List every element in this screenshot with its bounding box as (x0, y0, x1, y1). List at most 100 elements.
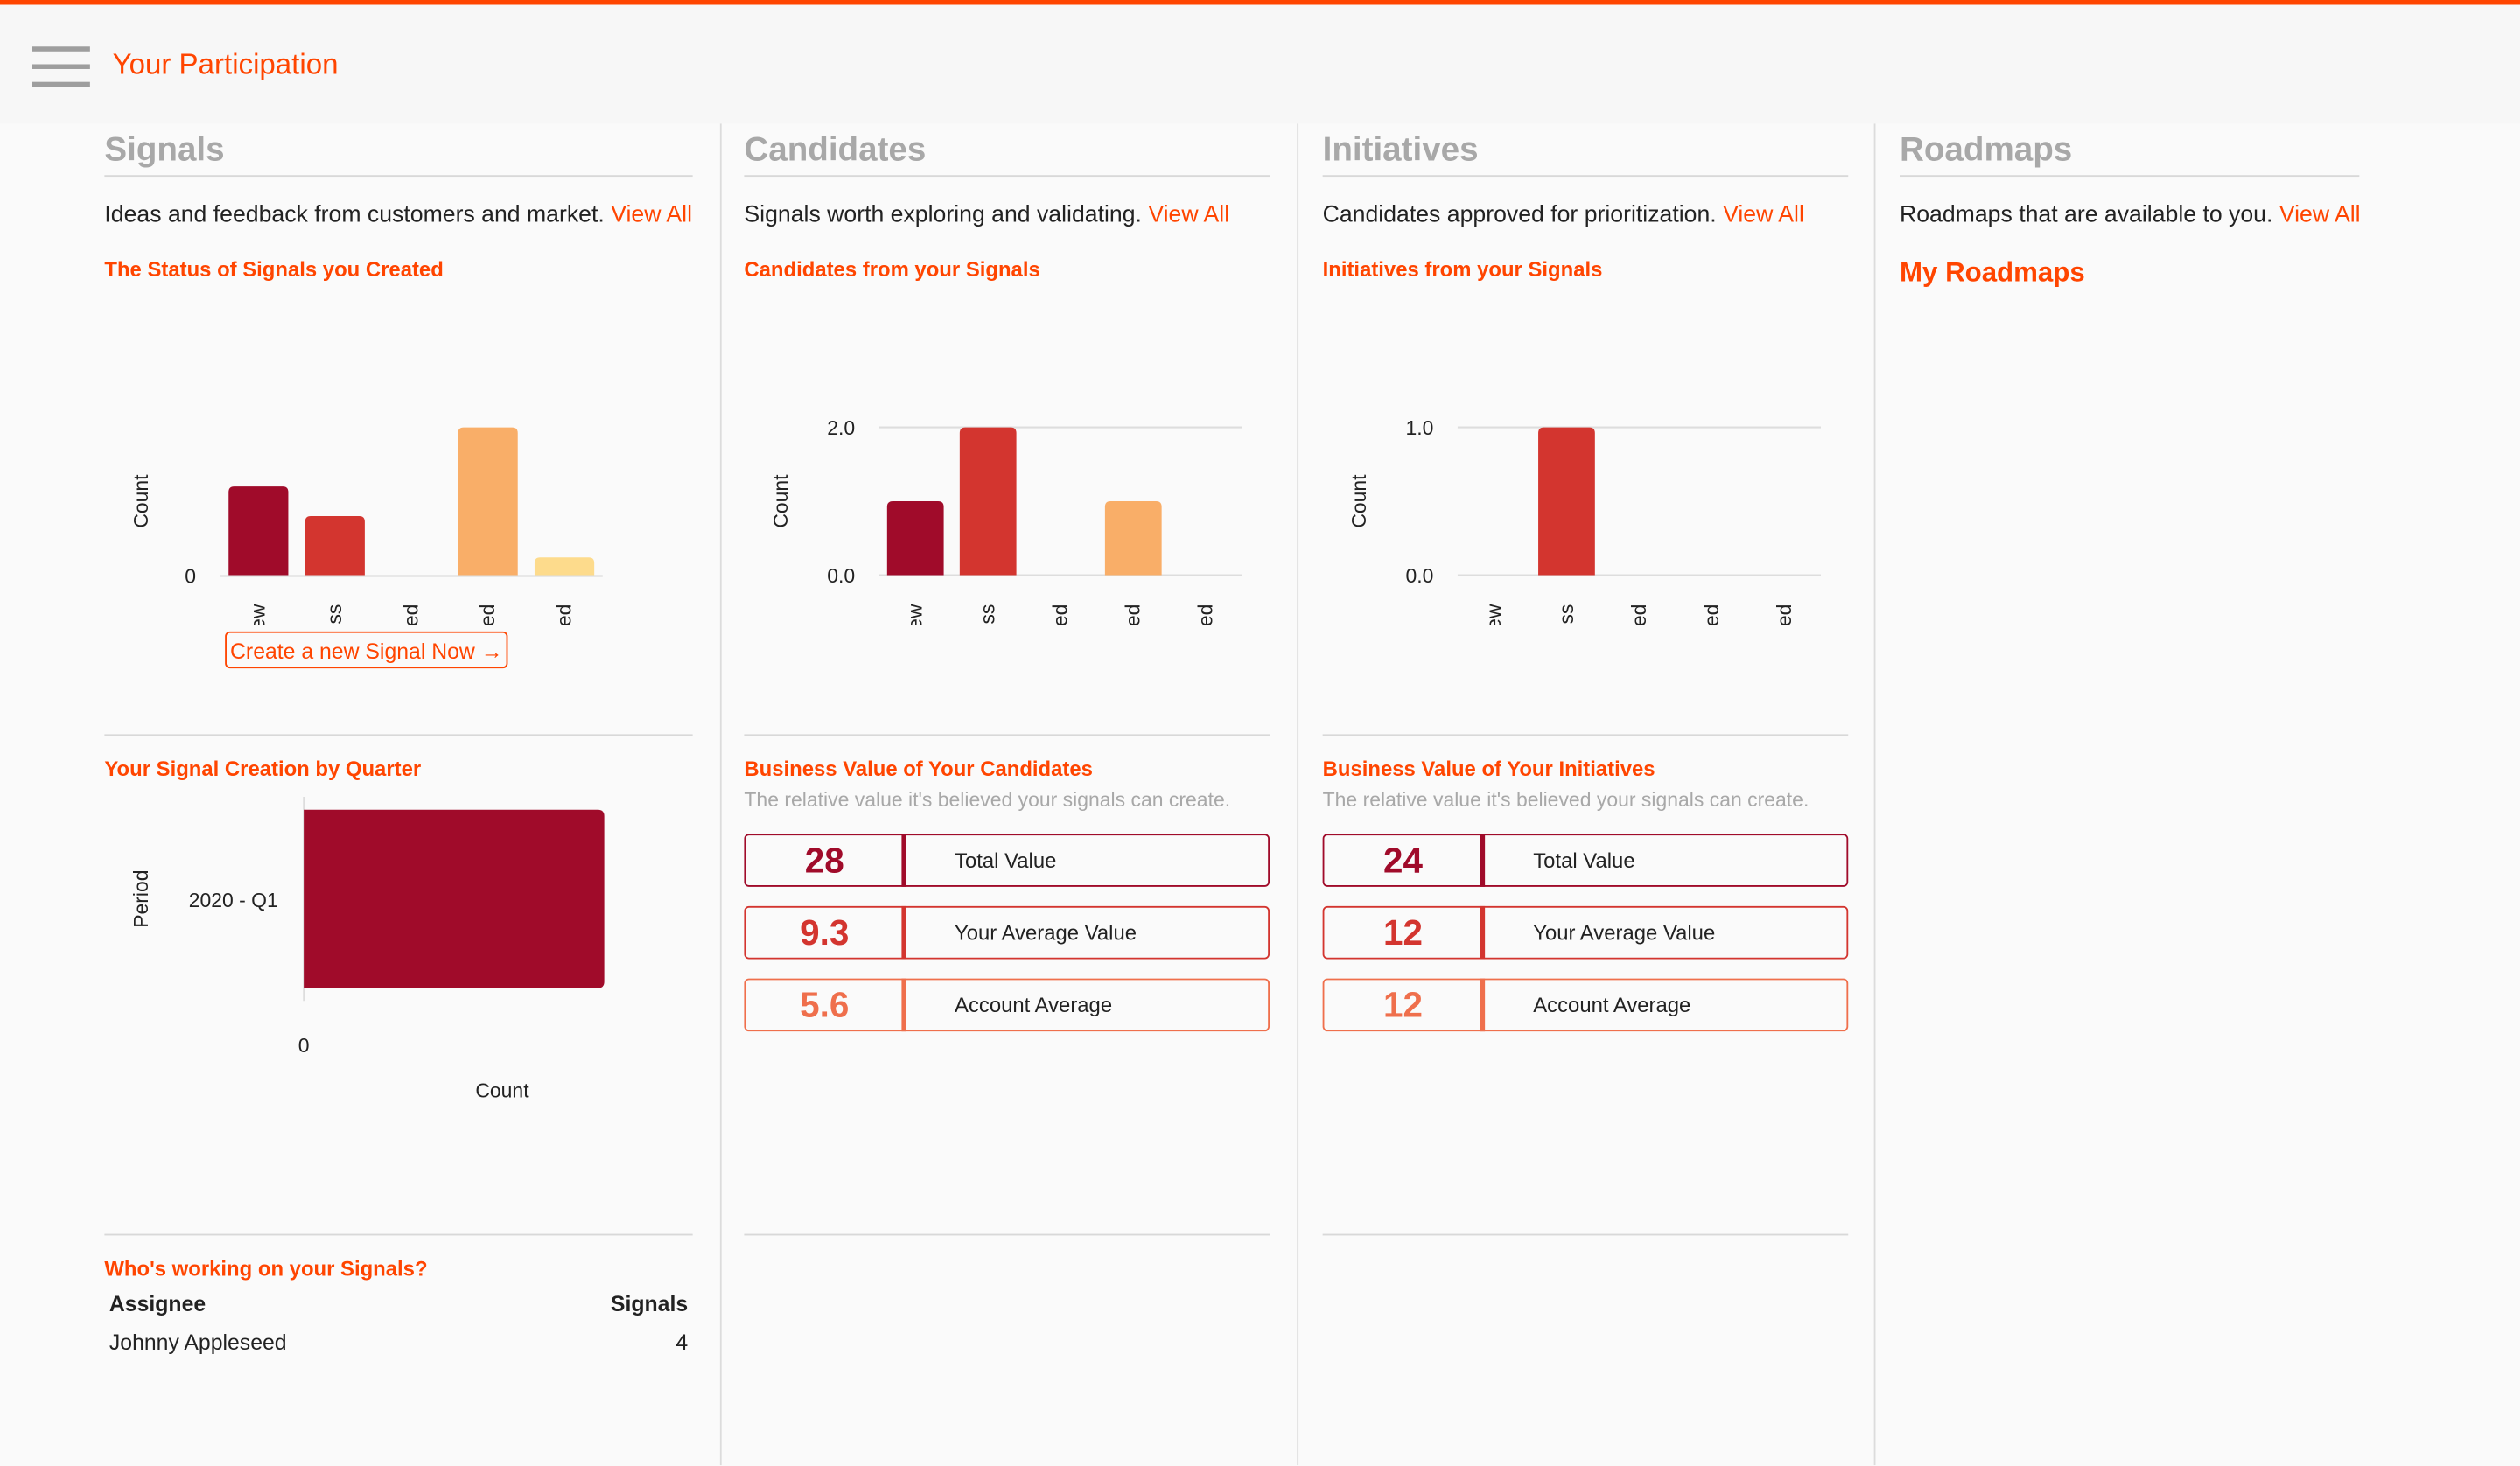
y-tick-label: 0.0 (1405, 564, 1433, 587)
x-tick-label: Stalled (1700, 604, 1723, 625)
divider (1322, 734, 1849, 736)
metric-value: 9.3 (800, 912, 850, 953)
y-axis-label: Count (1348, 474, 1370, 528)
metric-divider (901, 978, 906, 1032)
divider (104, 734, 693, 736)
bar-converted (458, 427, 518, 576)
bar-in-progress (1538, 427, 1595, 576)
metric-account-average: 12 Account Average (1322, 978, 1849, 1032)
metric-label: Your Average Value (955, 920, 1138, 945)
column-description: Ideas and feedback from customers and ma… (104, 202, 692, 227)
metric-account-average: 5.6 Account Average (744, 978, 1270, 1032)
bar-new (228, 486, 289, 576)
metric-divider (1480, 978, 1486, 1032)
initiatives-status-chart: Count 0.0 1.0 New In progress Paused Stalled Re… (1348, 416, 1822, 625)
metric-total-value: 24 Total Value (1322, 834, 1849, 887)
metric-divider (1480, 834, 1486, 887)
metric-label: Account Average (955, 993, 1113, 1017)
x-tick-label: Stalled (1122, 604, 1144, 625)
divider (104, 1233, 693, 1236)
column-description: Roadmaps that are available to you. View… (1900, 202, 2361, 227)
view-all-roadmaps-link[interactable]: View All (2279, 202, 2361, 227)
view-all-candidates-link[interactable]: View All (1148, 202, 1229, 227)
x-tick-label: Converted (476, 604, 499, 625)
y-axis-label: Period (130, 869, 152, 927)
page: Your Participation Signals Ideas and fee… (0, 0, 2520, 1466)
column-title: Signals (104, 131, 225, 169)
metric-your-average: 12 Your Average Value (1322, 905, 1849, 960)
metric-value: 24 (1382, 840, 1423, 881)
chart-title: Initiatives from your Signals (1322, 256, 1603, 282)
assignee-name: Johnny Appleseed (108, 1330, 287, 1355)
metric-value: 12 (1382, 912, 1423, 953)
metric-value: 28 (804, 840, 844, 881)
column-title: Roadmaps (1900, 131, 2073, 169)
divider (1322, 175, 1849, 178)
metric-divider (901, 834, 906, 887)
x-tick-label: In progress (323, 604, 346, 625)
assignees-title: Who's working on your Signals? (104, 1256, 428, 1281)
metric-value: 12 (1382, 984, 1423, 1025)
roadmaps-column: Roadmaps Roadmaps that are available to … (1900, 123, 2361, 1465)
x-tick-label: New (1482, 604, 1505, 625)
divider (744, 175, 1270, 178)
bar-rejected (534, 557, 595, 576)
chart-title: Your Signal Creation by Quarter (104, 757, 422, 781)
divider (744, 1233, 1270, 1236)
signals-by-quarter-chart: 2020 - Q1 Period 0 Count (130, 797, 605, 1101)
business-value-title: Business Value of Your Initiatives (1322, 757, 1656, 781)
business-value-subtitle: The relative value it's believed your si… (1322, 788, 1810, 812)
signals-status-chart: Count 0 New In progress Stalled Converted Reje… (130, 427, 603, 625)
metric-label: Your Average Value (1533, 920, 1716, 945)
x-tick-label: Rejected (1773, 604, 1796, 625)
x-tick-label: New (904, 604, 927, 625)
create-signal-button[interactable]: Create a new Signal Now → (225, 631, 508, 669)
y-axis-label: Count (130, 474, 152, 528)
x-tick-label: Rejected (1194, 604, 1217, 625)
candidates-status-chart: Count 0.0 2.0 New In progress Paused Stalled Re… (769, 416, 1242, 625)
assignee-signal-count: 4 (676, 1330, 689, 1355)
candidates-column: Candidates Signals worth exploring and v… (744, 123, 1270, 1465)
view-all-signals-link[interactable]: View All (611, 202, 692, 227)
y-tick-label: 0 (185, 565, 196, 588)
x-tick-label: Paused (1049, 604, 1072, 625)
signals-column: Signals Ideas and feedback from customer… (104, 123, 693, 1465)
y-tick-label: 2.0 (827, 416, 855, 439)
divider (1322, 1233, 1849, 1236)
column-divider (719, 123, 722, 1466)
x-tick-label: Stalled (400, 604, 423, 625)
column-title: Initiatives (1322, 131, 1479, 169)
column-divider (1873, 123, 1876, 1466)
column-description: Candidates approved for prioritization. … (1323, 202, 1804, 227)
metric-value: 5.6 (800, 984, 850, 1025)
divider (104, 175, 693, 178)
page-title: Your Participation (112, 48, 339, 80)
metric-label: Total Value (1533, 848, 1635, 873)
chart-title: The Status of Signals you Created (104, 256, 444, 282)
bar-new (886, 501, 944, 576)
column-title: Candidates (744, 131, 927, 169)
column-description: Signals worth exploring and validating. … (744, 202, 1229, 227)
business-value-subtitle: The relative value it's believed your si… (744, 788, 1231, 812)
hamburger-menu-icon[interactable] (32, 46, 90, 88)
divider (1900, 175, 2360, 178)
x-tick-label: New (247, 604, 270, 625)
bar-stalled (1104, 501, 1162, 576)
description-text: Ideas and feedback from customers and ma… (104, 202, 605, 228)
assignee-column-header: Assignee (108, 1291, 206, 1316)
view-all-initiatives-link[interactable]: View All (1723, 202, 1804, 227)
initiatives-column: Initiatives Candidates approved for prio… (1322, 123, 1849, 1465)
metric-divider (1480, 905, 1486, 960)
metric-divider (901, 905, 906, 960)
x-tick-label: 0 (298, 1034, 310, 1057)
bar-2020-q1 (304, 809, 605, 988)
x-tick-label: Paused (1628, 604, 1650, 625)
divider (744, 734, 1270, 736)
x-tick-label: In progress (1555, 604, 1578, 625)
metric-label: Total Value (955, 848, 1057, 873)
signals-column-header: Signals (610, 1291, 689, 1316)
y-tick-label: 1.0 (1405, 416, 1433, 439)
bar-in-progress (959, 427, 1017, 576)
my-roadmaps-link[interactable]: My Roadmaps (1900, 257, 2085, 290)
column-divider (1297, 123, 1299, 1466)
